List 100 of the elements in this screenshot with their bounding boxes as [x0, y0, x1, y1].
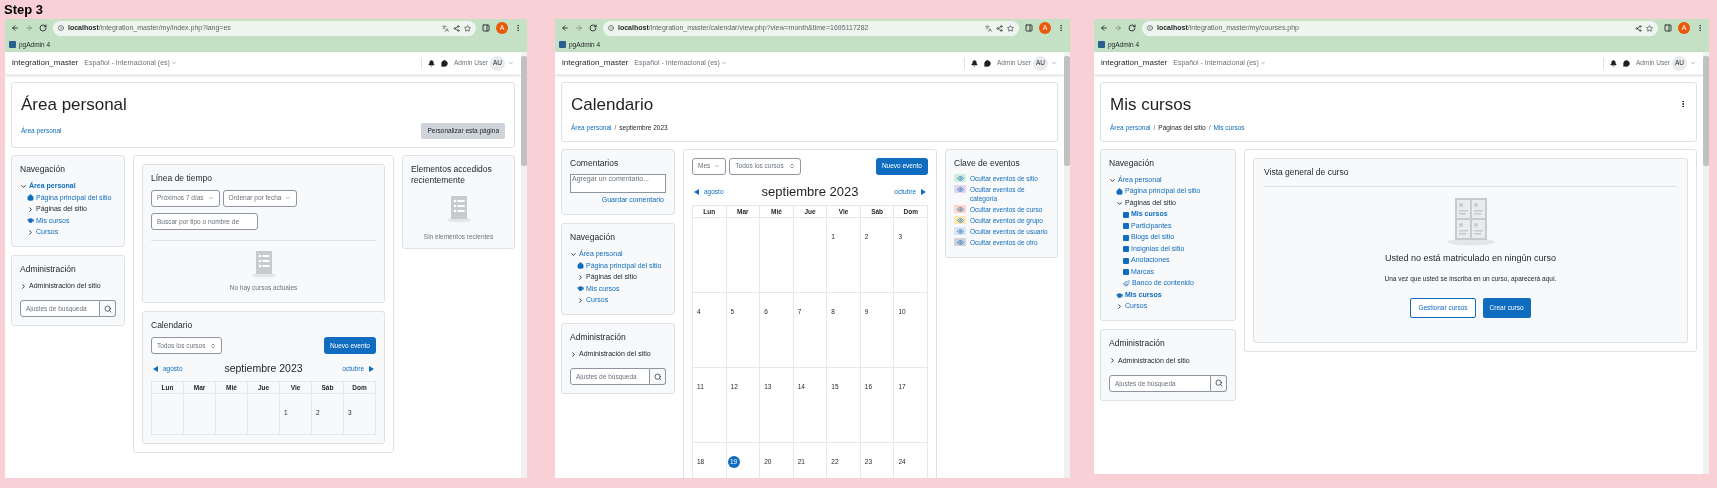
reload-icon[interactable] [1128, 24, 1136, 32]
graduation-cap-icon [27, 217, 34, 225]
chevron-down-icon[interactable] [1109, 176, 1116, 184]
chevron-right-icon[interactable] [27, 228, 34, 236]
chevron-right-icon[interactable] [27, 205, 34, 213]
block-title: Navegación [1109, 157, 1155, 169]
chat-icon[interactable] [1623, 59, 1631, 67]
up-down-caret-icon [210, 342, 217, 349]
info-icon[interactable] [1147, 25, 1153, 31]
chevron-right-icon[interactable] [570, 350, 577, 358]
up-down-caret-icon [788, 163, 795, 170]
search-button[interactable] [100, 300, 116, 318]
block-title: Navegación [20, 164, 66, 175]
paintbrush-icon [1123, 280, 1130, 288]
share-icon[interactable] [453, 24, 460, 32]
chevron-down-icon[interactable] [20, 182, 27, 190]
square-icon [1123, 211, 1129, 218]
bell-icon[interactable] [971, 59, 979, 67]
browser-menu-icon[interactable] [1696, 24, 1704, 32]
site-name[interactable]: integration_master [12, 57, 79, 69]
search-icon [653, 372, 662, 381]
info-icon[interactable] [58, 25, 64, 31]
chevron-right-icon[interactable] [20, 283, 27, 290]
square-icon [1123, 269, 1129, 276]
chat-icon[interactable] [441, 59, 449, 67]
chevron-down-icon [207, 195, 214, 202]
course-cards-icon [1445, 198, 1496, 247]
bell-icon[interactable] [428, 59, 436, 67]
block-title: Línea de tiempo [151, 173, 213, 184]
chevron-down-icon[interactable] [1116, 199, 1123, 207]
elephant-logo-icon [9, 41, 16, 48]
chevron-down-icon [714, 163, 721, 170]
search-button[interactable] [1211, 374, 1227, 392]
block-title: Elementos accedidos recientemente [411, 164, 493, 186]
side-panel-icon[interactable] [482, 24, 490, 32]
translate-icon[interactable] [985, 24, 992, 32]
star-icon[interactable] [1646, 24, 1653, 32]
share-icon[interactable] [996, 24, 1003, 32]
info-icon[interactable] [608, 25, 614, 31]
month-title: septiembre 2023 [760, 182, 860, 201]
document-list-icon [445, 195, 472, 224]
reload-icon[interactable] [589, 24, 597, 32]
square-icon [1123, 223, 1129, 230]
search-button[interactable] [650, 368, 666, 386]
page-actions-menu-icon[interactable] [1679, 100, 1687, 108]
empty-heading: Usted no está matriculado en ningún curso [1384, 252, 1557, 266]
scrollbar[interactable] [1064, 52, 1070, 478]
block-title: Comentarios [570, 157, 620, 169]
search-icon [1214, 379, 1223, 387]
chevron-right-icon[interactable] [577, 273, 584, 281]
back-icon[interactable] [11, 24, 19, 32]
home-icon [1116, 188, 1123, 196]
elephant-logo-icon [559, 41, 566, 48]
star-icon[interactable] [1007, 24, 1014, 32]
home-icon [577, 262, 584, 270]
back-icon[interactable] [1100, 24, 1108, 32]
browser-menu-icon[interactable] [514, 24, 522, 32]
chat-icon[interactable] [984, 59, 992, 67]
next-month-icon[interactable] [369, 365, 374, 372]
page-title: Calendario [571, 94, 655, 116]
translate-icon[interactable] [442, 24, 449, 32]
block-title: Administración [570, 332, 627, 343]
chevron-right-icon[interactable] [1116, 303, 1123, 311]
site-name[interactable]: integration_master [562, 57, 629, 69]
chevron-down-icon [285, 195, 292, 202]
block-title: Calendario [151, 320, 194, 331]
scrollbar[interactable] [521, 52, 527, 478]
block-title: Administración [1109, 338, 1166, 349]
block-title: Clave de eventos [954, 157, 1021, 169]
block-title: Vista general de curso [1264, 166, 1350, 178]
square-icon [1123, 234, 1129, 241]
bell-icon[interactable] [1610, 59, 1618, 67]
side-panel-icon[interactable] [1664, 24, 1672, 32]
document-list-icon [250, 249, 277, 278]
block-title: Navegación [570, 231, 616, 243]
previous-month-icon[interactable] [694, 188, 699, 195]
share-icon[interactable] [1635, 24, 1642, 32]
graduation-cap-icon [1116, 291, 1123, 299]
reload-icon[interactable] [39, 24, 47, 32]
site-name[interactable]: integration_master [1101, 57, 1168, 69]
browser-menu-icon[interactable] [1057, 24, 1065, 32]
step-label: Step 3 [4, 0, 43, 19]
scrollbar[interactable] [1703, 52, 1709, 474]
elephant-logo-icon [1098, 41, 1105, 48]
previous-month-icon[interactable] [153, 365, 158, 372]
home-icon [27, 194, 34, 202]
chevron-down-icon[interactable] [570, 250, 577, 258]
page-title: Mis cursos [1110, 94, 1193, 116]
page-title: Área personal [21, 94, 128, 116]
chevron-down-icon [1259, 60, 1266, 66]
star-icon[interactable] [464, 24, 471, 32]
chevron-down-icon [170, 60, 177, 66]
chevron-down-icon [720, 60, 727, 66]
square-icon [1123, 257, 1129, 264]
square-icon [1123, 246, 1129, 253]
back-icon[interactable] [561, 24, 569, 32]
side-panel-icon[interactable] [1025, 24, 1033, 32]
chevron-right-icon[interactable] [577, 296, 584, 304]
next-month-icon[interactable] [921, 188, 926, 195]
chevron-right-icon[interactable] [1109, 357, 1116, 365]
